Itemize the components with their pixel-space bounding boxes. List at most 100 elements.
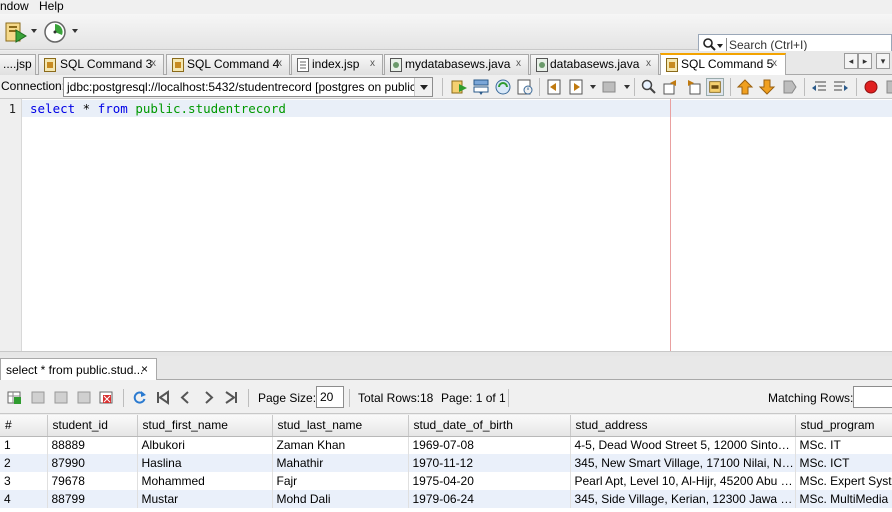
forward-dropdown-icon[interactable] (590, 85, 596, 89)
tab-databasews-java[interactable]: databasews.java x (530, 54, 659, 75)
back-icon[interactable] (545, 78, 563, 96)
table-cell[interactable]: 88799 (47, 490, 138, 508)
tab-sql-command-3[interactable]: SQL Command 3 x (38, 54, 164, 75)
previous-bookmark-icon[interactable] (736, 78, 754, 96)
tab-sql-command-4[interactable]: SQL Command 4 x (166, 54, 290, 75)
table-cell[interactable]: 345, New Smart Village, 17100 Nilai, N. … (570, 454, 796, 472)
tab-close-icon[interactable]: x (277, 58, 282, 69)
table-cell[interactable]: 1969-07-08 (408, 436, 571, 454)
find-next-icon[interactable] (684, 78, 702, 96)
table-cell[interactable]: Zaman Khan (272, 436, 409, 454)
table-cell[interactable]: Haslina (137, 454, 273, 472)
table-cell[interactable]: 88889 (47, 436, 138, 454)
run-dropdown-icon[interactable] (31, 29, 37, 33)
table-cell[interactable]: 4-5, Dead Wood Street 5, 12000 Sintok, K… (570, 436, 796, 454)
toggle-bookmark-icon[interactable] (780, 78, 798, 96)
start-macro-recording-icon[interactable] (862, 78, 880, 96)
column-header[interactable]: stud_date_of_birth (408, 415, 571, 437)
table-cell[interactable]: 79678 (47, 472, 138, 490)
menu-item-window[interactable]: ndow (0, 0, 29, 13)
table-row[interactable]: 3 79678 Mohammed Fajr 1975-04-20 Pearl A… (0, 472, 892, 490)
sql-code-line[interactable]: select * from public.studentrecord (30, 101, 286, 116)
tab-index-jsp[interactable]: index.jsp x (291, 54, 383, 75)
table-cell[interactable]: 1 (0, 436, 48, 454)
table-row[interactable]: 4 88799 Mustar Mohd Dali 1979-06-24 345,… (0, 490, 892, 508)
results-tab[interactable]: select * from public.stud... × (0, 358, 157, 380)
last-page-icon[interactable] (224, 390, 239, 405)
table-cell[interactable]: Fajr (272, 472, 409, 490)
chevron-down-icon[interactable] (414, 78, 432, 96)
table-cell[interactable]: Pearl Apt, Level 10, Al-Hijr, 45200 Abu … (570, 472, 796, 490)
truncate-table-icon[interactable] (99, 390, 114, 405)
table-cell[interactable]: 1970-11-12 (408, 454, 571, 472)
shift-left-icon[interactable] (810, 78, 828, 96)
scroll-tabs-left-icon[interactable]: ◂ (844, 53, 858, 69)
table-cell[interactable]: Mustar (137, 490, 273, 508)
previous-page-icon[interactable] (178, 390, 193, 405)
table-row[interactable]: 1 88889 Albukori Zaman Khan 1969-07-08 4… (0, 436, 892, 454)
tab-sql-command-5[interactable]: SQL Command 5 x (660, 53, 786, 75)
toggle-highlight-icon[interactable] (706, 78, 724, 96)
explain-icon[interactable] (494, 78, 512, 96)
next-bookmark-icon[interactable] (758, 78, 776, 96)
find-previous-icon[interactable] (662, 78, 680, 96)
table-row[interactable]: 2 87990 Haslina Mahathir 1970-11-12 345,… (0, 454, 892, 472)
table-cell[interactable]: Mohd Dali (272, 490, 409, 508)
commit-record-icon[interactable] (54, 390, 69, 405)
find-icon[interactable] (640, 78, 658, 96)
refresh-icon[interactable] (132, 390, 147, 405)
history-icon[interactable] (516, 78, 534, 96)
table-cell[interactable]: Mahathir (272, 454, 409, 472)
tab-close-icon[interactable]: x (151, 58, 156, 69)
stop-macro-recording-icon[interactable] (884, 78, 892, 96)
first-page-icon[interactable] (155, 390, 170, 405)
tab-close-icon[interactable]: x (370, 58, 375, 69)
column-header[interactable]: student_id (47, 415, 138, 437)
column-header[interactable]: # (0, 415, 48, 437)
delete-record-icon[interactable] (31, 390, 46, 405)
matching-rows-input[interactable] (853, 386, 892, 408)
tab-close-icon[interactable]: x (772, 58, 777, 69)
insert-record-icon[interactable] (7, 390, 22, 405)
page-size-input[interactable]: 20 (316, 386, 344, 408)
table-cell[interactable]: Mohammed (137, 472, 273, 490)
search-input[interactable]: Search (Ctrl+I) (729, 38, 807, 52)
table-cell[interactable]: 3 (0, 472, 48, 490)
next-page-icon[interactable] (201, 390, 216, 405)
column-header[interactable]: stud_last_name (272, 415, 409, 437)
table-cell[interactable]: MSc. ICT (795, 454, 892, 472)
tab-close-icon[interactable]: x (646, 58, 651, 69)
scroll-tabs-right-icon[interactable]: ▸ (858, 53, 872, 69)
tab-jsp[interactable]: ....jsp (0, 54, 36, 75)
bookmark-icon[interactable] (600, 78, 618, 96)
table-cell[interactable]: 87990 (47, 454, 138, 472)
cancel-edits-icon[interactable] (77, 390, 92, 405)
table-cell[interactable]: 345, Side Village, Kerian, 12300 Jawa Ba… (570, 490, 796, 508)
table-cell[interactable]: 2 (0, 454, 48, 472)
column-header[interactable]: stud_program (795, 415, 892, 437)
table-cell[interactable]: MSc. MultiMedia (795, 490, 892, 508)
column-header[interactable]: stud_first_name (137, 415, 273, 437)
table-cell[interactable]: 1979-06-24 (408, 490, 571, 508)
run-project-icon[interactable] (4, 20, 28, 44)
profile-dropdown-icon[interactable] (72, 29, 78, 33)
connection-select[interactable]: jdbc:postgresql://localhost:5432/student… (63, 77, 433, 97)
table-cell[interactable]: Albukori (137, 436, 273, 454)
column-header[interactable]: stud_address (570, 415, 796, 437)
table-cell[interactable]: 4 (0, 490, 48, 508)
tab-mydatabasews-java[interactable]: mydatabasews.java x (384, 54, 529, 75)
forward-icon[interactable] (567, 78, 585, 96)
table-cell[interactable]: 1975-04-20 (408, 472, 571, 490)
run-sql-icon[interactable] (450, 78, 468, 96)
show-opened-documents-icon[interactable]: ▾ (876, 53, 890, 69)
close-icon[interactable]: × (141, 362, 148, 376)
menu-item-help[interactable]: Help (39, 0, 64, 13)
sql-editor[interactable]: 1 select * from public.studentrecord (0, 99, 892, 351)
bookmark-dropdown-icon[interactable] (624, 85, 630, 89)
table-cell[interactable]: MSc. Expert System (795, 472, 892, 490)
profile-project-icon[interactable] (43, 20, 67, 44)
shift-right-icon[interactable] (832, 78, 850, 96)
table-cell[interactable]: MSc. IT (795, 436, 892, 454)
tab-close-icon[interactable]: x (516, 58, 521, 69)
run-statement-icon[interactable] (472, 78, 490, 96)
